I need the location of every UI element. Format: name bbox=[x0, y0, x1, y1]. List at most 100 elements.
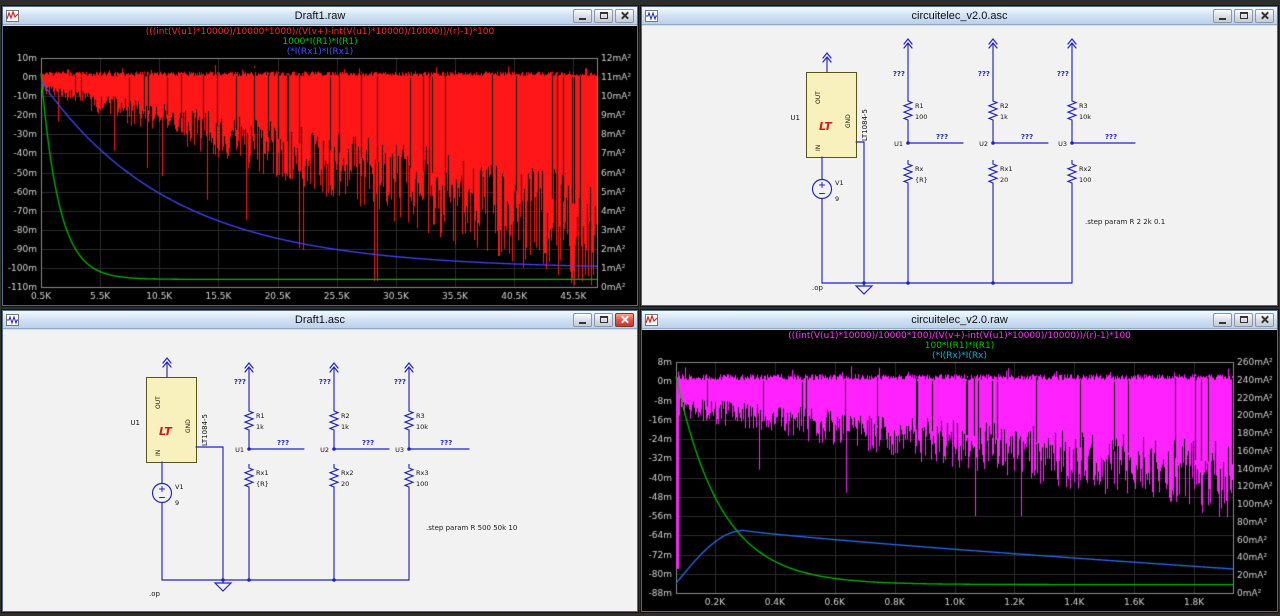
desktop: Draft1.raw (((int(V(u1)*10000)/10000*100… bbox=[0, 0, 1280, 616]
svg-text:20: 20 bbox=[1000, 176, 1008, 184]
svg-text:LT: LT bbox=[819, 120, 833, 133]
svg-text:GND: GND bbox=[185, 419, 192, 433]
titlebar[interactable]: circuitelec_v2.0.asc bbox=[642, 7, 1277, 25]
svg-text:???: ??? bbox=[319, 378, 331, 386]
schematic-window-icon bbox=[6, 313, 19, 326]
close-icon bbox=[620, 11, 629, 20]
svg-text:100: 100 bbox=[915, 113, 927, 121]
maximize-icon bbox=[1239, 12, 1248, 19]
window-controls bbox=[1211, 312, 1274, 327]
maximize-button[interactable] bbox=[1234, 8, 1253, 23]
minimize-button[interactable] bbox=[1213, 312, 1232, 327]
close-icon bbox=[620, 315, 629, 324]
svg-text:R1: R1 bbox=[915, 102, 924, 110]
svg-text:OUT: OUT bbox=[815, 91, 822, 104]
svg-text:100: 100 bbox=[1079, 176, 1091, 184]
svg-text:???: ??? bbox=[440, 439, 452, 447]
svg-text:U1: U1 bbox=[790, 114, 800, 122]
svg-text:Rx: Rx bbox=[915, 165, 924, 173]
window-title: circuitelec_v2.0.raw bbox=[911, 313, 1008, 326]
svg-text:V1: V1 bbox=[835, 179, 844, 187]
svg-text:IN: IN bbox=[815, 145, 822, 151]
svg-text:R2: R2 bbox=[341, 412, 350, 420]
window-circuitelec-v2-asc: circuitelec_v2.0.asc LT OUT GND IN LT1084-5 U… bbox=[641, 6, 1278, 306]
svg-text:???: ??? bbox=[234, 378, 246, 386]
svg-text:Rx2: Rx2 bbox=[1079, 165, 1092, 173]
svg-text:???: ??? bbox=[1105, 133, 1117, 141]
svg-text:R1: R1 bbox=[256, 412, 265, 420]
svg-text:???: ??? bbox=[1021, 133, 1033, 141]
waveform-canvas[interactable] bbox=[642, 330, 1277, 611]
svg-text:Rx1: Rx1 bbox=[256, 469, 269, 477]
maximize-icon bbox=[599, 12, 608, 19]
svg-text:9: 9 bbox=[835, 195, 839, 203]
svg-text:LT1084-5: LT1084-5 bbox=[861, 109, 869, 141]
maximize-button[interactable] bbox=[594, 8, 613, 23]
svg-text:.op: .op bbox=[149, 590, 161, 598]
window-draft1-raw: Draft1.raw (((int(V(u1)*10000)/10000*100… bbox=[2, 6, 638, 306]
svg-text:Rx1: Rx1 bbox=[1000, 165, 1013, 173]
close-button[interactable] bbox=[615, 312, 634, 327]
close-icon bbox=[1260, 11, 1269, 20]
minimize-button[interactable] bbox=[573, 312, 592, 327]
waveform-window-icon bbox=[645, 313, 658, 326]
window-title: circuitelec_v2.0.asc bbox=[911, 9, 1008, 22]
svg-text:9: 9 bbox=[175, 499, 179, 507]
window-controls bbox=[571, 312, 634, 327]
close-button[interactable] bbox=[615, 8, 634, 23]
schematic-editor[interactable]: LT OUT GND IN LT1084-5 U1 V1 9??? R1 100??? U1 Rx {R… bbox=[642, 26, 1277, 305]
minimize-icon bbox=[1219, 18, 1226, 20]
schematic-editor[interactable]: LT OUT GND IN LT1084-5 U1 V1 9??? R1 1k??? U1 Rx1 {R… bbox=[3, 330, 637, 611]
svg-text:1k: 1k bbox=[1000, 113, 1008, 121]
svg-text:R2: R2 bbox=[1000, 102, 1009, 110]
waveform-canvas[interactable] bbox=[3, 26, 637, 305]
svg-text:Rx3: Rx3 bbox=[416, 469, 429, 477]
svg-text:1k: 1k bbox=[341, 423, 349, 431]
svg-text:.step param R 2 2k 0.1: .step param R 2 2k 0.1 bbox=[1085, 218, 1165, 226]
maximize-button[interactable] bbox=[1234, 312, 1253, 327]
svg-text:R3: R3 bbox=[1079, 102, 1088, 110]
schematic-drawing: LT OUT GND IN LT1084-5 U1 V1 9??? R1 1k??? U1 Rx1 {R… bbox=[130, 357, 517, 598]
minimize-button[interactable] bbox=[1213, 8, 1232, 23]
svg-text:1k: 1k bbox=[256, 423, 264, 431]
svg-text:U3: U3 bbox=[1058, 140, 1067, 148]
svg-text:GND: GND bbox=[845, 114, 852, 128]
svg-text:???: ??? bbox=[936, 133, 948, 141]
svg-text:.step param R 500 50k 10: .step param R 500 50k 10 bbox=[426, 524, 517, 532]
svg-text:{R}: {R} bbox=[915, 176, 928, 184]
close-button[interactable] bbox=[1255, 312, 1274, 327]
svg-text:U1: U1 bbox=[235, 446, 244, 454]
svg-text:???: ??? bbox=[1057, 70, 1069, 78]
maximize-button[interactable] bbox=[594, 312, 613, 327]
svg-text:U3: U3 bbox=[395, 446, 404, 454]
minimize-icon bbox=[579, 18, 586, 20]
svg-text:U1: U1 bbox=[130, 419, 140, 427]
svg-text:100: 100 bbox=[416, 480, 428, 488]
maximize-icon bbox=[599, 316, 608, 323]
svg-text:???: ??? bbox=[362, 439, 374, 447]
window-controls bbox=[571, 8, 634, 23]
window-controls bbox=[1211, 8, 1274, 23]
close-button[interactable] bbox=[1255, 8, 1274, 23]
waveform-window-icon bbox=[6, 9, 19, 22]
titlebar[interactable]: Draft1.asc bbox=[3, 311, 637, 329]
window-title: Draft1.raw bbox=[294, 9, 346, 22]
titlebar[interactable]: Draft1.raw bbox=[3, 7, 637, 25]
window-title: Draft1.asc bbox=[294, 313, 346, 326]
svg-text:10k: 10k bbox=[1079, 113, 1091, 121]
titlebar[interactable]: circuitelec_v2.0.raw bbox=[642, 311, 1277, 329]
svg-text:U2: U2 bbox=[979, 140, 988, 148]
waveform-viewer[interactable]: (((int(V(u1)*10000)/10000*100)/(V(v+)-in… bbox=[642, 330, 1277, 611]
svg-text:U2: U2 bbox=[320, 446, 329, 454]
svg-text:20: 20 bbox=[341, 480, 349, 488]
window-circuitelec-v2-raw: circuitelec_v2.0.raw (((int(V(u1)*10000)… bbox=[641, 310, 1278, 612]
svg-text:R3: R3 bbox=[416, 412, 425, 420]
minimize-icon bbox=[1219, 322, 1226, 324]
minimize-button[interactable] bbox=[573, 8, 592, 23]
close-icon bbox=[1260, 315, 1269, 324]
waveform-viewer[interactable]: (((int(V(u1)*10000)/10000*1000)/(V(v+)-i… bbox=[3, 26, 637, 305]
schematic-window-icon bbox=[645, 9, 658, 22]
svg-text:Rx2: Rx2 bbox=[341, 469, 354, 477]
svg-text:LT: LT bbox=[159, 425, 173, 438]
svg-text:LT1084-5: LT1084-5 bbox=[201, 414, 209, 446]
